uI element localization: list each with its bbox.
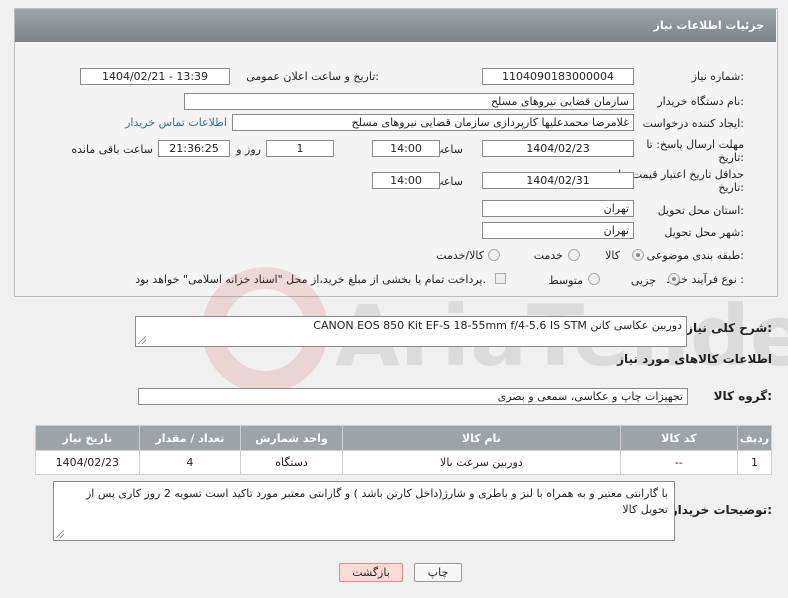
city-label: شهر محل تحویل: <box>664 226 744 239</box>
resize-grip-icon[interactable] <box>138 336 146 344</box>
category-option-service: خدمت <box>533 249 563 262</box>
category-label: طبقه بندی موضوعی: <box>646 249 744 262</box>
reply-date-field[interactable]: 1404/02/23 <box>482 140 634 157</box>
col-item-code: کد کالا <box>619 425 739 451</box>
price-date-field[interactable]: 1404/02/31 <box>482 172 634 189</box>
days-field[interactable]: 1 <box>266 140 334 157</box>
goods-section-title: اطلاعات کالاهای مورد نیاز <box>617 352 772 366</box>
announce-field[interactable]: 1404/02/21 - 13:39 <box>80 68 230 85</box>
col-need-date: تاریخ نیاز <box>35 425 140 451</box>
reply-time-field[interactable]: 14:00 <box>372 140 440 157</box>
purchase-radio-medium[interactable] <box>588 273 600 285</box>
category-radio-goods-service[interactable] <box>488 249 500 261</box>
table-row[interactable]: 1 -- دوربین سرعت بالا دستگاه 4 1404/02/2… <box>35 450 772 475</box>
goods-group-field[interactable]: تجهیزات چاپ و عکاسی، سمعی و بصری <box>138 388 688 405</box>
category-option-goods-service: کالا/خدمت <box>436 249 484 262</box>
need-number-label: شماره نیاز: <box>691 70 744 83</box>
requester-field[interactable]: غلامرضا محمدعلیها کارپردازی سازمان قضایی… <box>232 114 634 131</box>
city-field[interactable]: تهران <box>482 222 634 239</box>
cell-item-name: دوربین سرعت بالا <box>341 450 621 475</box>
province-label: استان محل تحویل: <box>657 204 744 217</box>
goods-group-label: گروه کالا: <box>713 389 772 403</box>
back-button[interactable]: بازگشت <box>339 563 403 582</box>
category-option-goods: کالا <box>605 249 620 262</box>
print-button[interactable]: چاپ <box>414 563 462 582</box>
table-header-row: ردیف کد کالا نام کالا واحد شمارش تعداد /… <box>35 425 772 451</box>
items-table: ردیف کد کالا نام کالا واحد شمارش تعداد /… <box>35 425 772 475</box>
remaining-time-label: ساعت باقی مانده <box>71 143 153 156</box>
cell-need-date: 1404/02/23 <box>35 450 140 475</box>
remaining-time-field[interactable]: 21:36:25 <box>158 140 230 157</box>
category-radio-service[interactable] <box>568 249 580 261</box>
col-quantity: تعداد / مقدار <box>138 425 242 451</box>
cell-item-code: -- <box>619 450 739 475</box>
cell-row-number: 1 <box>737 450 772 475</box>
category-radio-goods[interactable] <box>632 249 644 261</box>
treasury-payment-note: پرداخت تمام یا بخشی از مبلغ خرید،از محل … <box>135 273 486 286</box>
page-header: جزئیات اطلاعات نیاز <box>15 9 776 42</box>
reply-deadline-label: مهلت ارسال پاسخ: تا تاریخ: <box>646 138 744 164</box>
description-label: شرح کلی نیاز: <box>686 321 772 335</box>
need-number-field[interactable]: 1104090183000004 <box>482 68 634 85</box>
days-label: روز و <box>236 143 261 156</box>
resize-grip-icon[interactable] <box>56 530 64 538</box>
col-unit: واحد شمارش <box>240 425 343 451</box>
buyer-org-field[interactable]: سازمان قضایی نیروهای مسلح <box>184 93 634 110</box>
province-field[interactable]: تهران <box>482 200 634 217</box>
purchase-option-medium: متوسط <box>548 274 583 287</box>
description-text: دوربین عکاسی کانن CANON EOS 850 Kit EF-S… <box>313 319 682 332</box>
contact-buyer-link[interactable]: اطلاعات تماس خریدار <box>125 116 227 129</box>
buyer-org-label: نام دستگاه خریدار: <box>657 95 744 108</box>
description-field[interactable]: دوربین عکاسی کانن CANON EOS 850 Kit EF-S… <box>135 316 687 347</box>
cell-quantity: 4 <box>138 450 242 475</box>
buyer-notes-text: با گارانتی معتبر و به همراه با لنز و باط… <box>85 487 668 516</box>
cell-unit: دستگاه <box>240 450 343 475</box>
buyer-notes-label: توضیحات خریدار: <box>670 503 772 517</box>
col-row-number: ردیف <box>737 425 772 451</box>
announce-label: تاریخ و ساعت اعلان عمومی: <box>246 70 379 83</box>
purchase-option-minor: جزیی <box>630 274 656 287</box>
page-title: جزئیات اطلاعات نیاز <box>653 19 765 32</box>
buyer-notes-field[interactable]: با گارانتی معتبر و به همراه با لنز و باط… <box>53 481 675 541</box>
purchase-radio-minor[interactable] <box>668 273 680 285</box>
requester-label: ایجاد کننده درخواست: <box>642 117 744 130</box>
price-time-field[interactable]: 14:00 <box>372 172 440 189</box>
col-item-name: نام کالا <box>341 425 621 451</box>
treasury-payment-checkbox[interactable] <box>495 273 506 284</box>
